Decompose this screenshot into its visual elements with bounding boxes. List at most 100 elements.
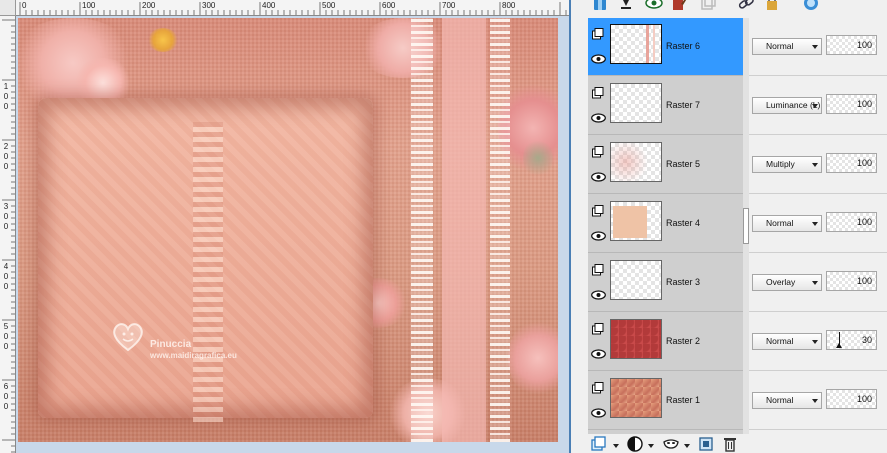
layer-row[interactable]: Raster 7 [588, 77, 743, 135]
image-canvas[interactable]: Pinuccia www.maidiragrafica.eu [18, 18, 558, 442]
merge-down-icon[interactable] [617, 0, 635, 12]
ruler-label: 3 [3, 202, 9, 211]
opacity-slider[interactable]: 100 [826, 271, 877, 291]
opacity-slider[interactable]: 100 [826, 94, 877, 114]
layer-name[interactable]: Raster 2 [666, 336, 700, 346]
chevron-down-icon [812, 45, 818, 49]
chevron-down-icon [812, 340, 818, 344]
eye-icon[interactable] [591, 290, 606, 300]
eye-icon[interactable] [591, 408, 606, 418]
eye-icon[interactable] [591, 231, 606, 241]
blend-mode-dropdown[interactable]: Overlay [752, 274, 822, 291]
layer-thumbnail[interactable] [610, 142, 662, 182]
layer-mask-toggle-icon[interactable] [592, 28, 604, 40]
flower-decoration [508, 318, 558, 398]
opacity-slider[interactable]: 30 [826, 330, 877, 350]
layer-properties-column: Normal 100 Luminance (L) 100 Multiply 100 Norm… [749, 18, 887, 434]
layer-properties-icon[interactable] [591, 0, 609, 12]
ruler-label: 0 [3, 332, 9, 341]
ruler-label: 100 [82, 1, 96, 10]
eye-icon[interactable] [591, 349, 606, 359]
layer-row[interactable]: Raster 4 [588, 195, 743, 253]
layer-row[interactable]: Raster 6 [588, 18, 743, 76]
layer-thumbnail[interactable] [610, 260, 662, 300]
opacity-slider-handle[interactable] [836, 343, 842, 348]
horizontal-scrollbar[interactable] [16, 443, 569, 453]
leaf-decoration [523, 138, 553, 178]
blend-mode-dropdown[interactable]: Luminance (L) [752, 97, 822, 114]
ruler-label: 0 [3, 282, 9, 291]
flower-decoration [148, 28, 178, 52]
blend-mode-dropdown[interactable]: Normal [752, 38, 822, 55]
layer-thumbnail[interactable] [610, 201, 662, 241]
edit-brush-icon[interactable] [671, 0, 689, 12]
layer-name[interactable]: Raster 4 [666, 218, 700, 228]
blend-mode-dropdown[interactable]: Normal [752, 333, 822, 350]
layer-mask-toggle-icon[interactable] [592, 382, 604, 394]
layer-mask-toggle-icon[interactable] [592, 264, 604, 276]
layer-row[interactable]: Raster 2 [588, 313, 743, 371]
new-raster-layer-icon[interactable] [591, 436, 607, 452]
watermark-title: Pinuccia [150, 339, 192, 350]
blend-mode-value: Multiply [766, 159, 795, 169]
layer-name[interactable]: Raster 1 [666, 395, 700, 405]
ruler-label: 300 [202, 1, 216, 10]
flower-decoration [358, 18, 448, 78]
lock-transparency-icon[interactable] [802, 0, 820, 12]
layer-mask-toggle-icon[interactable] [592, 205, 604, 217]
new-layer-icon[interactable] [699, 0, 717, 12]
layer-properties-row: Multiply 100 [749, 136, 887, 194]
ruler-label: 2 [3, 142, 9, 151]
blend-mode-dropdown[interactable]: Normal [752, 392, 822, 409]
chevron-down-icon[interactable] [613, 444, 619, 448]
layers-palette: Raster 6 Raster 7 Raster 5 Raster 4 Raster 3… [571, 0, 887, 453]
layer-name[interactable]: Raster 6 [666, 41, 700, 51]
eye-icon[interactable] [591, 54, 606, 64]
layers-toolbar [571, 0, 887, 14]
layer-mask-toggle-icon[interactable] [592, 323, 604, 335]
adjustment-layer-icon[interactable] [627, 436, 643, 452]
ruler-label: 0 [3, 402, 9, 411]
blend-mode-dropdown[interactable]: Multiply [752, 156, 822, 173]
layer-name[interactable]: Raster 5 [666, 159, 700, 169]
opacity-slider[interactable]: 100 [826, 212, 877, 232]
layer-row[interactable]: Raster 3 [588, 254, 743, 312]
layer-thumbnail[interactable] [610, 319, 662, 359]
lace-strip [193, 122, 223, 422]
layer-thumbnail[interactable] [610, 83, 662, 123]
opacity-slider[interactable]: 100 [826, 389, 877, 409]
layer-thumbnail[interactable] [610, 378, 662, 418]
layer-name[interactable]: Raster 3 [666, 277, 700, 287]
blend-mode-dropdown[interactable]: Normal [752, 215, 822, 232]
eye-icon[interactable] [591, 172, 606, 182]
mask-icon[interactable] [663, 436, 679, 452]
chevron-down-icon [812, 222, 818, 226]
layer-row[interactable]: Raster 1 [588, 372, 743, 430]
link-icon[interactable] [737, 0, 755, 12]
blend-mode-value: Normal [766, 336, 794, 346]
eye-icon[interactable] [591, 113, 606, 123]
chevron-down-icon[interactable] [648, 444, 654, 448]
chevron-down-icon [812, 281, 818, 285]
image-window-frame: 0 100 200 300 400 500 600 700 800 10020030040050… [0, 0, 571, 453]
layer-mask-toggle-icon[interactable] [592, 87, 604, 99]
ruler-label: 5 [3, 322, 9, 331]
layer-thumbnail[interactable] [610, 24, 662, 64]
layer-group-icon[interactable] [698, 436, 714, 452]
layer-name[interactable]: Raster 7 [666, 100, 700, 110]
delete-layer-icon[interactable] [722, 436, 738, 452]
opacity-slider[interactable]: 100 [826, 153, 877, 173]
opacity-slider[interactable]: 100 [826, 35, 877, 55]
layer-mask-toggle-icon[interactable] [592, 146, 604, 158]
layer-properties-row: Normal 100 [749, 18, 887, 76]
lock-icon[interactable] [764, 0, 782, 12]
visibility-icon[interactable] [645, 0, 663, 12]
layer-properties-row: Normal 30 [749, 313, 887, 371]
ruler-label: 800 [502, 1, 516, 10]
chevron-down-icon[interactable] [684, 444, 690, 448]
opacity-value: 100 [856, 99, 872, 109]
ruler-label: 700 [442, 1, 456, 10]
ruler-label: 0 [3, 272, 9, 281]
opacity-value: 30 [861, 335, 872, 345]
layer-row[interactable]: Raster 5 [588, 136, 743, 194]
